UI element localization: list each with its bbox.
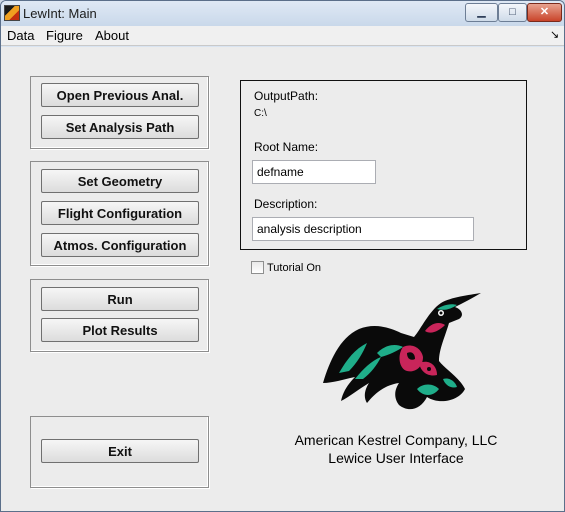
menu-data[interactable]: Data (7, 28, 34, 43)
flight-configuration-button[interactable]: Flight Configuration (41, 201, 199, 225)
plot-results-button[interactable]: Plot Results (41, 318, 199, 342)
description-label: Description: (254, 197, 318, 211)
window-title: LewInt: Main (23, 6, 97, 21)
output-path-label: OutputPath: (254, 89, 319, 103)
minimize-button[interactable]: ▁ (465, 3, 498, 22)
tutorial-label: Tutorial On (267, 262, 322, 274)
set-analysis-path-button[interactable]: Set Analysis Path (41, 115, 199, 139)
output-panel: OutputPath: C:\ Root Name: defname Descr… (240, 80, 527, 250)
set-geometry-button[interactable]: Set Geometry (41, 169, 199, 193)
maximize-button[interactable]: □ (498, 3, 527, 22)
close-button[interactable]: ✕ (527, 3, 562, 22)
open-previous-button[interactable]: Open Previous Anal. (41, 83, 199, 107)
exit-button[interactable]: Exit (41, 439, 199, 463)
company-name: American Kestrel Company, LLC (294, 432, 498, 448)
menu-bar: Data Figure About ↘ (1, 26, 564, 46)
description-field[interactable]: analysis description (252, 217, 474, 241)
root-name-label: Root Name: (254, 140, 319, 154)
tutorial-checkbox[interactable] (251, 261, 264, 274)
app-subtitle: Lewice User Interface (328, 450, 464, 466)
main-window: LewInt: Main ▁ □ ✕ Data Figure About ↘ O… (0, 0, 565, 512)
root-name-field[interactable]: defname (252, 160, 376, 184)
run-button[interactable]: Run (41, 287, 199, 311)
matlab-icon (4, 5, 20, 21)
client-area: Open Previous Anal. Set Analysis Path Se… (1, 47, 564, 511)
dock-arrow-icon[interactable]: ↘ (550, 28, 559, 41)
output-path-value: C:\ (254, 108, 267, 119)
menu-figure[interactable]: Figure (46, 28, 83, 43)
kestrel-bird-logo-icon (323, 293, 481, 410)
menu-about[interactable]: About (95, 28, 129, 43)
atmos-configuration-button[interactable]: Atmos. Configuration (41, 233, 199, 257)
title-bar[interactable]: LewInt: Main ▁ □ ✕ (1, 1, 564, 26)
